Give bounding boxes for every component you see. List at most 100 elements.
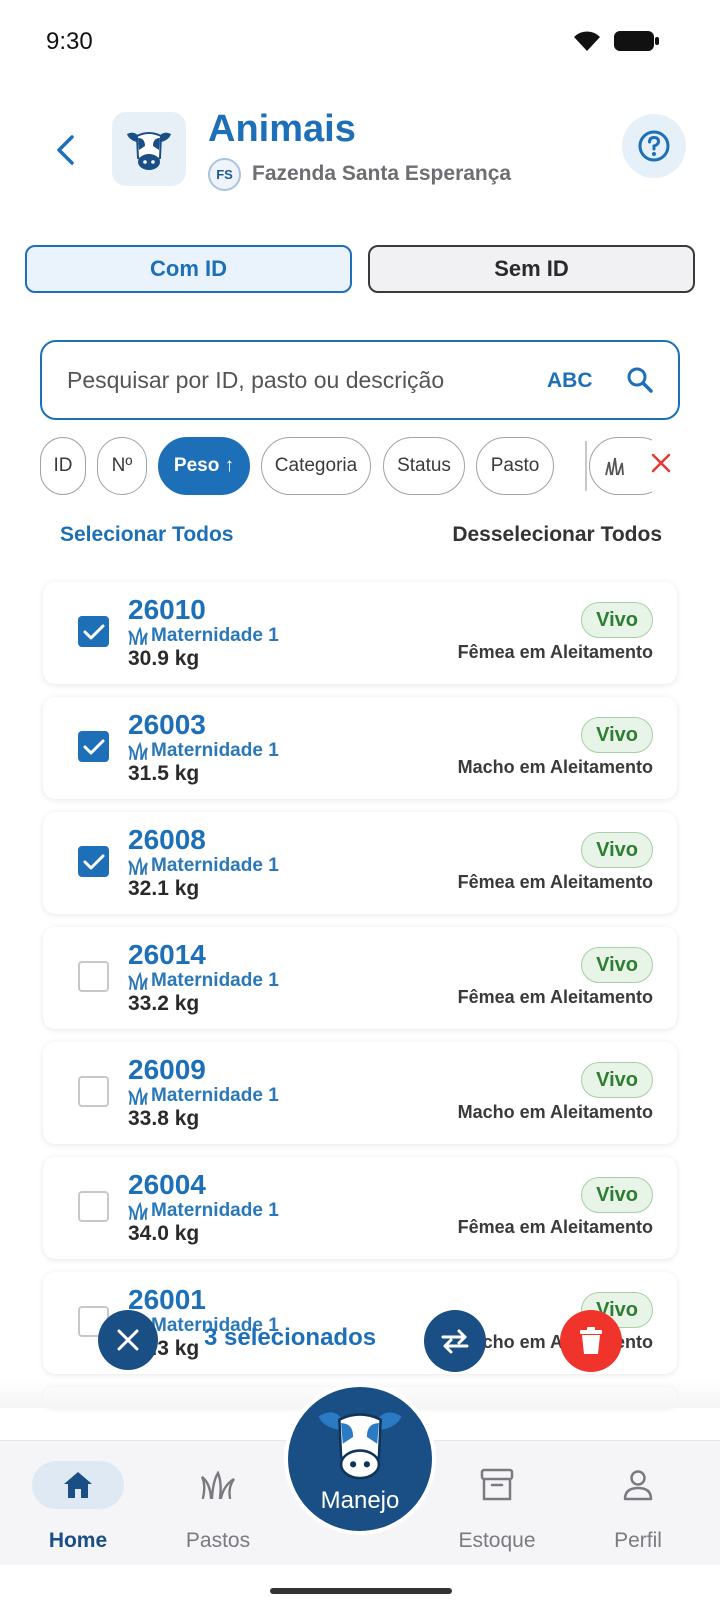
header: Animais FS Fazenda Santa Esperança [0, 100, 720, 200]
search-mode-toggle[interactable]: ABC [547, 369, 593, 393]
animal-id: 26014 [128, 939, 206, 970]
page-title: Animais [208, 108, 356, 150]
select-all-link[interactable]: Selecionar Todos [60, 523, 234, 547]
animal-category: Fêmea em Aleitamento [457, 642, 653, 662]
filter-chips: ID Nº Peso ↑ Categoria Status Pasto [40, 437, 652, 495]
search-placeholder: Pesquisar por ID, pasto ou descrição [67, 367, 445, 393]
status-badge: Vivo [581, 602, 653, 638]
home-indicator [270, 1588, 452, 1594]
selected-count: 3 selecionados [204, 1324, 377, 1351]
animal-pasture: Maternidade 1 [128, 970, 279, 992]
animal-pasture-label: Maternidade 1 [151, 740, 279, 761]
farm-avatar: FS [208, 158, 241, 191]
back-arrow-icon [57, 135, 74, 165]
profile-icon [623, 1470, 653, 1501]
close-icon [117, 1329, 139, 1351]
selection-action-bar: 3 selecionados [0, 1300, 720, 1390]
clear-filter-icon[interactable] [650, 452, 672, 474]
manejo-button[interactable]: Manejo [284, 1383, 436, 1535]
animal-pasture-label: Maternidade 1 [151, 1200, 279, 1221]
animal-id: 26008 [128, 824, 206, 855]
chip-pasture-filter[interactable] [589, 437, 652, 495]
animal-id: 26003 [128, 709, 206, 740]
animal-pasture: Maternidade 1 [128, 1200, 279, 1222]
check-icon [83, 739, 104, 754]
animal-id: 26009 [128, 1054, 206, 1085]
animal-pasture-label: Maternidade 1 [151, 855, 279, 876]
select-checkbox[interactable] [78, 846, 109, 877]
nav-perfil[interactable]: Perfil [578, 1441, 698, 1566]
status-badge: Vivo [581, 947, 653, 983]
animal-category: Fêmea em Aleitamento [457, 1217, 653, 1237]
animal-pasture-label: Maternidade 1 [151, 1085, 279, 1106]
nav-estoque-label: Estoque [458, 1529, 536, 1552]
grass-icon [128, 972, 148, 990]
animal-weight: 33.2 kg [128, 992, 200, 1015]
nav-home-indicator [32, 1461, 124, 1509]
select-checkbox[interactable] [78, 1076, 109, 1107]
nav-perfil-label: Perfil [614, 1529, 662, 1552]
animal-weight: 32.1 kg [128, 877, 200, 900]
nav-estoque-icon-wrap [451, 1461, 543, 1509]
farm-name: Fazenda Santa Esperança [252, 162, 512, 185]
animal-category: Macho em Aleitamento [457, 757, 653, 777]
animal-weight: 33.8 kg [128, 1107, 200, 1130]
animal-card[interactable]: 26008 Maternidade 1 32.1 kg Vivo Fêmea em Al… [43, 812, 677, 914]
chip-categoria[interactable]: Categoria [261, 437, 371, 495]
chip-status[interactable]: Status [383, 437, 465, 495]
animal-weight: 34.0 kg [128, 1222, 200, 1245]
home-icon [64, 1472, 92, 1498]
select-checkbox[interactable] [78, 1191, 109, 1222]
tab-sem-id[interactable]: Sem ID [368, 245, 695, 293]
nav-home[interactable]: Home [18, 1441, 138, 1566]
animal-card[interactable]: 26009 Maternidade 1 33.8 kg Vivo Macho em Al… [43, 1042, 677, 1144]
pasture-icon [200, 1471, 235, 1499]
delete-button[interactable] [560, 1310, 622, 1372]
deselect-all-link[interactable]: Desselecionar Todos [452, 523, 662, 547]
nav-home-label: Home [48, 1529, 108, 1552]
nav-perfil-icon-wrap [592, 1461, 684, 1509]
chip-divider [585, 441, 587, 491]
app-logo [112, 112, 186, 186]
grass-icon [128, 1087, 148, 1105]
chip-peso[interactable]: Peso ↑ [158, 437, 250, 495]
check-icon [83, 854, 104, 869]
check-icon [83, 624, 104, 639]
nav-estoque[interactable]: Estoque [437, 1441, 557, 1566]
battery-icon [614, 31, 659, 51]
chip-pasto[interactable]: Pasto [476, 437, 554, 495]
select-checkbox[interactable] [78, 731, 109, 762]
select-checkbox[interactable] [78, 961, 109, 992]
trash-icon [580, 1327, 602, 1354]
animal-card[interactable]: 26004 Maternidade 1 34.0 kg Vivo Fêmea em Al… [43, 1157, 677, 1259]
transfer-button[interactable] [424, 1310, 486, 1372]
search-icon[interactable] [624, 364, 656, 396]
status-badge: Vivo [581, 832, 653, 868]
back-button[interactable] [44, 128, 88, 172]
animal-pasture: Maternidade 1 [128, 740, 279, 762]
animal-category: Fêmea em Aleitamento [457, 872, 653, 892]
stock-box-icon [480, 1468, 514, 1501]
wifi-icon [574, 31, 600, 51]
tab-com-id[interactable]: Com ID [25, 245, 352, 293]
animal-card[interactable]: 26014 Maternidade 1 33.2 kg Vivo Fêmea em Al… [43, 927, 677, 1029]
cancel-selection-button[interactable] [98, 1310, 158, 1370]
transfer-icon [441, 1329, 469, 1354]
animal-weight: 31.5 kg [128, 762, 200, 785]
animal-id: 26010 [128, 594, 206, 625]
animal-pasture: Maternidade 1 [128, 855, 279, 877]
animal-card[interactable]: 26010 Maternidade 1 30.9 kg Vivo Fêmea em Al… [43, 582, 677, 684]
cow-icon [127, 132, 171, 170]
chip-numero[interactable]: Nº [97, 437, 147, 495]
status-time: 9:30 [46, 28, 93, 55]
animal-category: Macho em Aleitamento [457, 1102, 653, 1122]
status-bar: 9:30 [0, 0, 720, 90]
animal-card[interactable]: 26003 Maternidade 1 31.5 kg Vivo Macho em Al… [43, 697, 677, 799]
nav-pastos[interactable]: Pastos [158, 1441, 278, 1566]
select-checkbox[interactable] [78, 616, 109, 647]
status-badge: Vivo [581, 1177, 653, 1213]
grass-icon [605, 457, 624, 476]
search-input[interactable]: Pesquisar por ID, pasto ou descrição ABC [40, 340, 680, 420]
help-button[interactable] [622, 114, 686, 178]
chip-id[interactable]: ID [40, 437, 86, 495]
